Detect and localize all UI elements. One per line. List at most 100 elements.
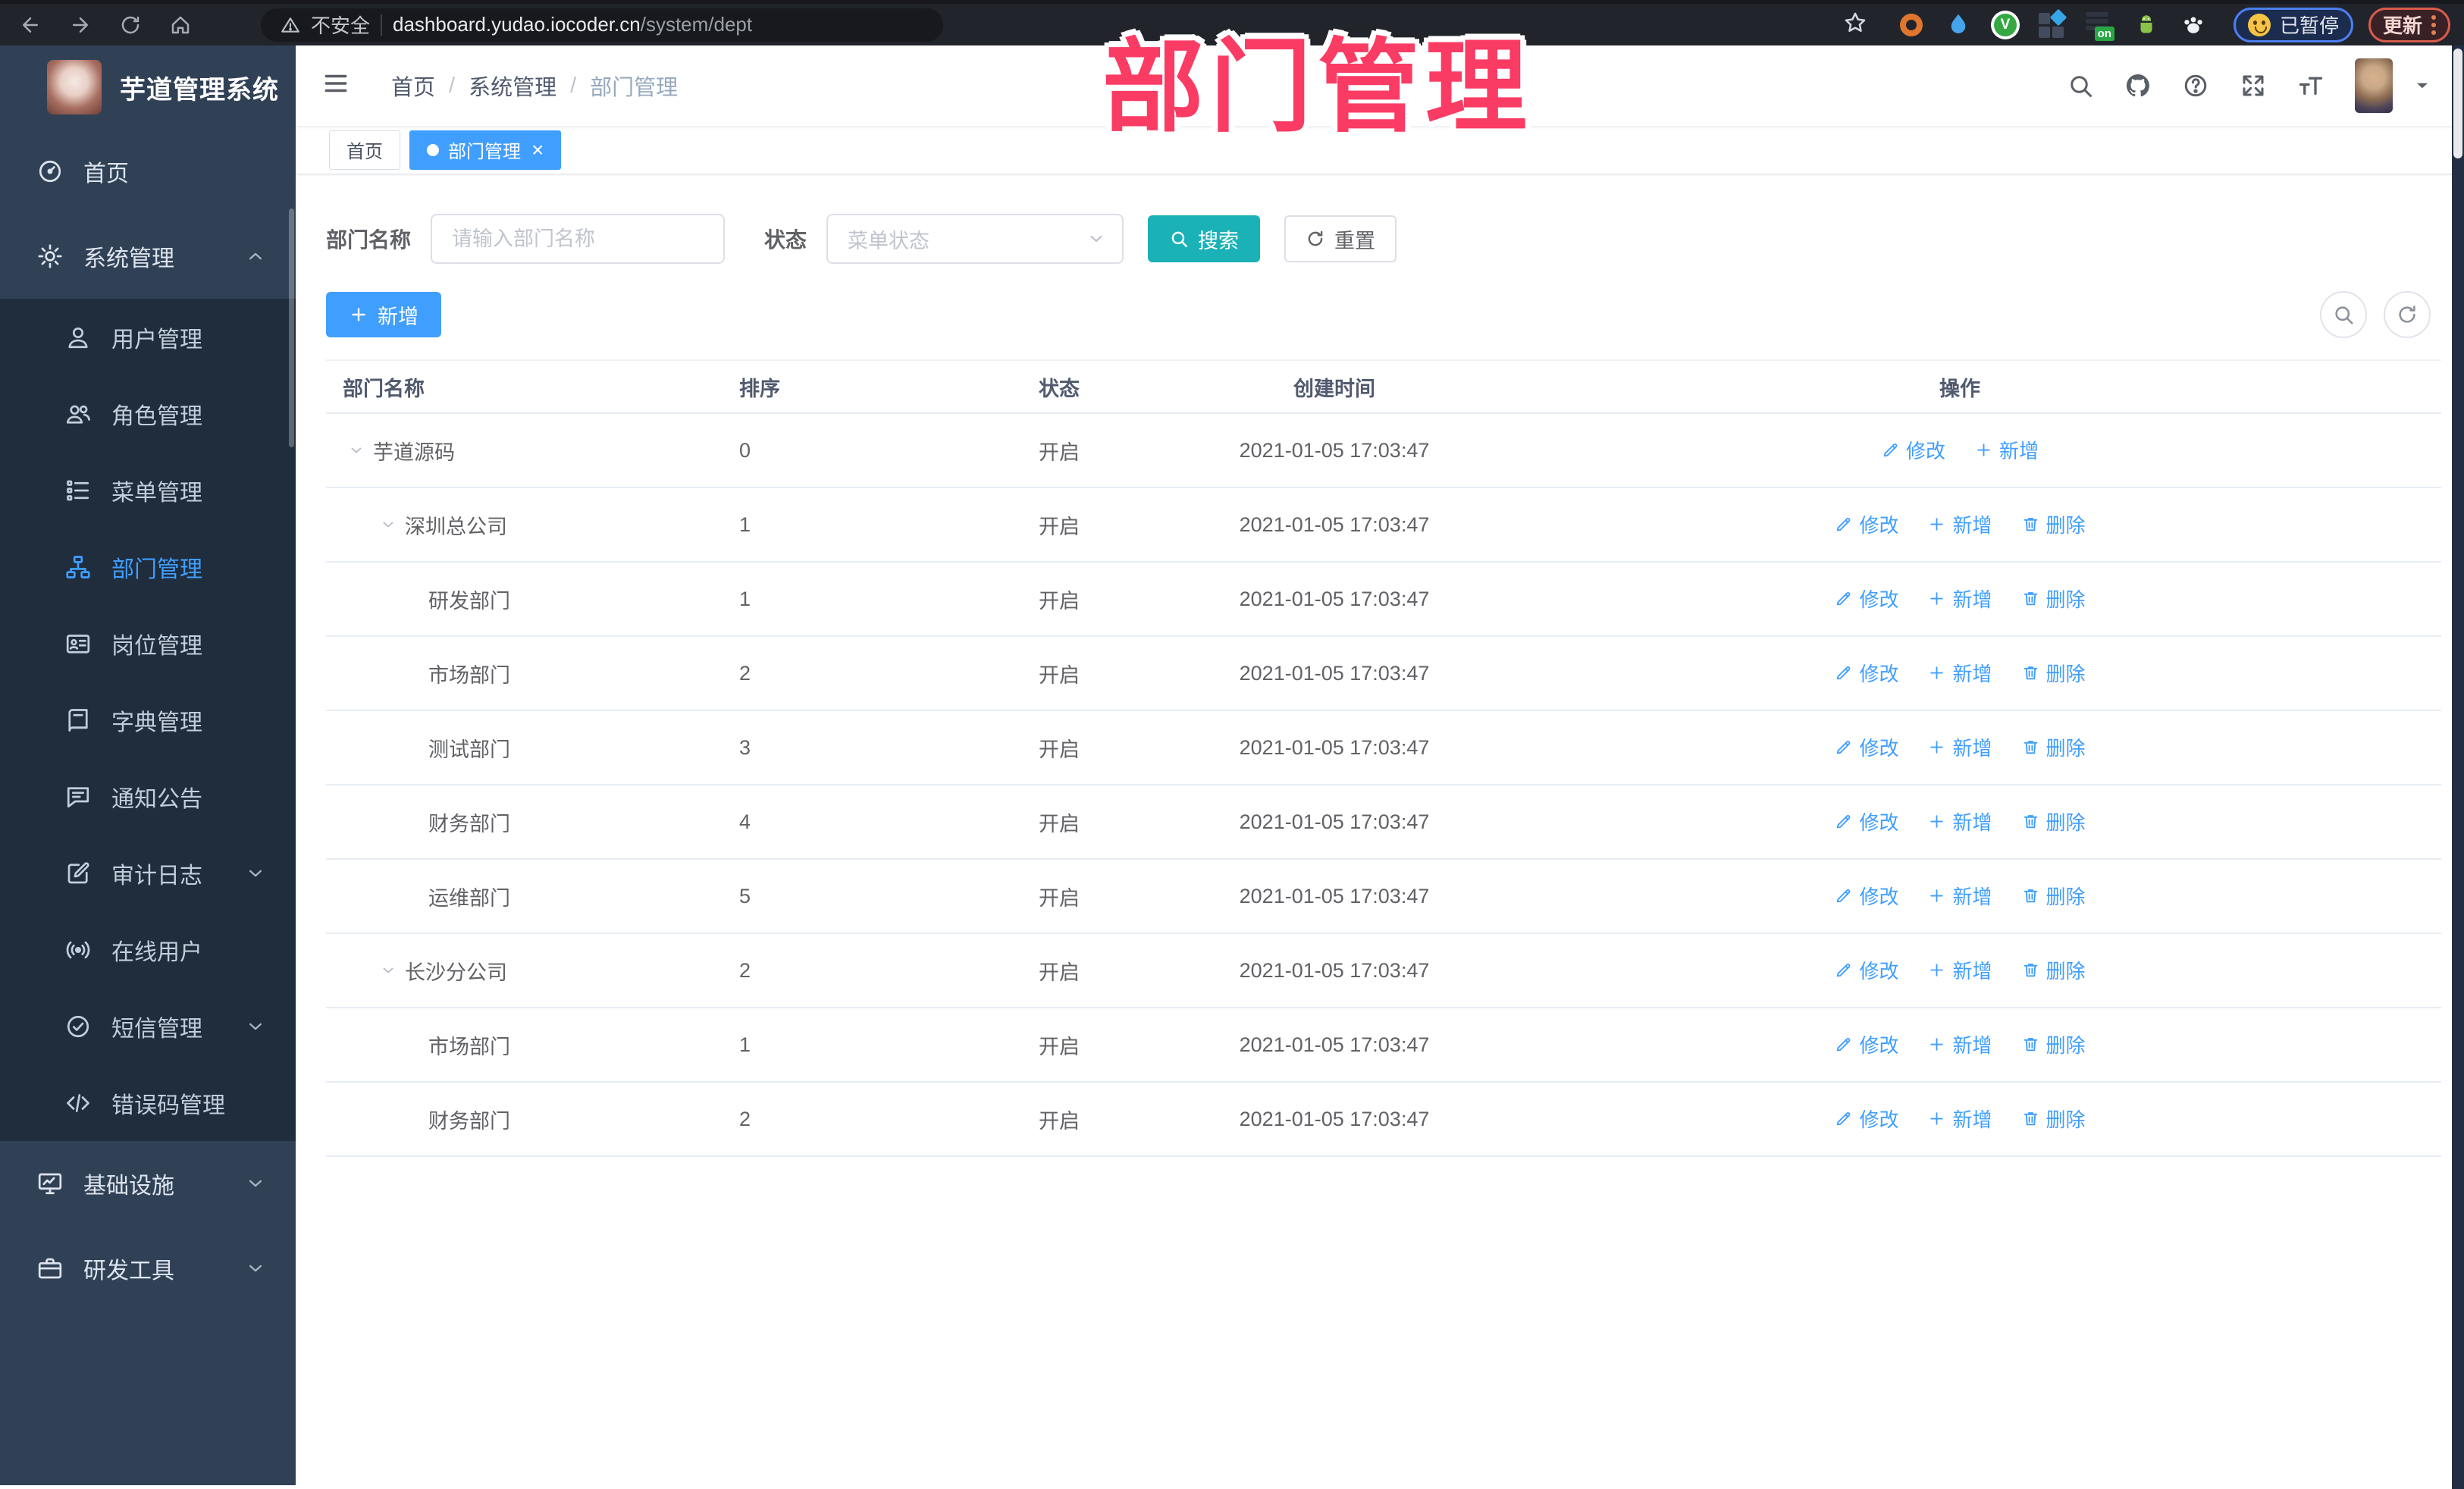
sidebar-item-post[interactable]: 岗位管理 [0,605,296,682]
address-bar[interactable]: 不安全 dashboard.yudao.iocoder.cn/system/de… [261,8,943,42]
table-row[interactable]: 财务部门 2 开启 2021-01-05 17:03:47 修改 新增 删除 [326,1083,2441,1157]
del-action-link[interactable]: 删除 [2021,882,2086,910]
fullscreen-icon[interactable] [2240,72,2267,99]
sidebar-item-online[interactable]: 在线用户 [0,911,296,988]
sidebar-item-tools[interactable]: 研发工具 [0,1226,296,1311]
edit-action-link[interactable]: 修改 [1834,1105,1898,1133]
del-action-link[interactable]: 删除 [2021,1030,2086,1058]
table-row[interactable]: 财务部门 4 开启 2021-01-05 17:03:47 修改 新增 删除 [326,785,2441,860]
sidebar-item-home[interactable]: 首页 [0,129,296,214]
sidebar-item-system[interactable]: 系统管理 [0,214,296,299]
tab-home[interactable]: 首页 [329,130,400,170]
table-row[interactable]: 运维部门 5 开启 2021-01-05 17:03:47 修改 新增 删除 [326,860,2441,934]
add-action-link[interactable]: 新增 [1927,882,1992,910]
del-action-link[interactable]: 删除 [2021,956,2086,984]
extension-on-switch-icon[interactable]: on [2083,9,2115,41]
table-row[interactable]: 市场部门 2 开启 2021-01-05 17:03:47 修改 新增 删除 [326,637,2441,711]
sidebar-item-menu[interactable]: 菜单管理 [0,452,296,528]
add-action-link[interactable]: 新增 [1927,1030,1992,1058]
edit-action-link[interactable]: 修改 [1834,1030,1898,1058]
gear-icon [36,243,64,270]
update-button[interactable]: 更新 [2368,7,2450,42]
scrollbar-thumb[interactable] [2453,49,2462,158]
edit-action-link[interactable]: 修改 [1834,510,1898,538]
expand-row-icon[interactable] [347,441,365,459]
del-action-link[interactable]: 删除 [2021,585,2086,613]
toggle-search-button[interactable] [2320,291,2367,338]
sidebar-item-audit[interactable]: 审计日志 [0,835,296,911]
expand-row-icon[interactable] [379,516,397,534]
sidebar-item-user[interactable]: 用户管理 [0,299,296,375]
del-action-link[interactable]: 删除 [2021,510,2086,538]
extension-ring-icon[interactable] [1895,9,1927,41]
add-action-link[interactable]: 新增 [1927,510,1992,538]
browser-menu-icon[interactable] [2431,14,2436,35]
edit-action-link[interactable]: 修改 [1834,659,1898,687]
reset-button[interactable]: 重置 [1284,215,1397,262]
add-action-link[interactable]: 新增 [1927,807,1992,835]
sidebar-item-dict[interactable]: 字典管理 [0,682,296,758]
add-action-link[interactable]: 新增 [1927,659,1992,687]
add-action-link[interactable]: 新增 [1927,956,1992,984]
sidebar-item-sms[interactable]: 短信管理 [0,988,296,1064]
paused-badge[interactable]: 已暂停 [2233,7,2353,42]
edit-action-link[interactable]: 修改 [1881,436,1945,464]
github-icon[interactable] [2124,72,2152,99]
sidebar-scrollbar[interactable] [289,208,294,447]
tab-dept[interactable]: 部门管理 × [409,130,562,170]
extension-paw-icon[interactable] [2177,9,2209,41]
dept-name-input[interactable] [431,214,726,264]
edit-action-link[interactable]: 修改 [1834,733,1898,761]
status-select[interactable]: 菜单状态 [826,214,1124,264]
user-avatar[interactable] [2355,58,2393,113]
reload-icon[interactable] [111,8,150,42]
back-icon[interactable] [11,8,50,42]
sidebar-item-role[interactable]: 角色管理 [0,375,296,452]
add-action-link[interactable]: 新增 [1974,436,2039,464]
table-row[interactable]: 测试部门 3 开启 2021-01-05 17:03:47 修改 新增 删除 [326,711,2441,785]
status-cell: 开启 [1039,1035,1080,1058]
close-icon[interactable]: × [531,139,544,161]
filter-form: 部门名称 状态 菜单状态 搜索 重置 [326,214,2441,264]
chevron-up-icon [244,245,267,268]
sidebar-item-infra[interactable]: 基础设施 [0,1141,296,1226]
breadcrumb-home[interactable]: 首页 [391,70,435,102]
table-row[interactable]: 长沙分公司 2 开启 2021-01-05 17:03:47 修改 新增 删除 [326,934,2441,1008]
page-scrollbar[interactable] [2452,45,2464,1489]
edit-action-link[interactable]: 修改 [1834,956,1898,984]
edit-action-link[interactable]: 修改 [1834,807,1898,835]
caret-down-icon[interactable] [2412,76,2432,96]
del-action-link[interactable]: 删除 [2021,733,2086,761]
search-button[interactable]: 搜索 [1148,215,1261,262]
search-icon[interactable] [2067,72,2094,99]
del-action-link[interactable]: 删除 [2021,1105,2086,1133]
edit-action-link[interactable]: 修改 [1834,585,1898,613]
sidebar-toggle-icon[interactable] [321,69,355,102]
del-action-link[interactable]: 删除 [2021,807,2086,835]
forward-icon[interactable] [61,8,100,42]
sidebar-item-errcode[interactable]: 错误码管理 [0,1064,296,1141]
extension-drop-icon[interactable] [1942,9,1974,41]
extension-android-icon[interactable] [2130,9,2162,41]
breadcrumb-system[interactable]: 系统管理 [469,70,556,102]
edit-action-link[interactable]: 修改 [1834,882,1898,910]
add-action-link[interactable]: 新增 [1927,585,1992,613]
table-row[interactable]: 研发部门 1 开启 2021-01-05 17:03:47 修改 新增 删除 [326,563,2441,637]
add-action-link[interactable]: 新增 [1927,733,1992,761]
add-action-link[interactable]: 新增 [1927,1105,1992,1133]
extension-green-check-icon[interactable]: V [1989,9,2021,41]
extension-puzzle-icon[interactable] [2036,8,2068,41]
table-row[interactable]: 深圳总公司 1 开启 2021-01-05 17:03:47 修改 新增 删除 [326,488,2441,563]
table-row[interactable]: 芋道源码 0 开启 2021-01-05 17:03:47 修改 新增 [326,414,2441,488]
del-action-link[interactable]: 删除 [2021,659,2086,687]
refresh-button[interactable] [2384,291,2431,338]
home-icon[interactable] [161,8,200,42]
expand-row-icon[interactable] [379,961,397,980]
bookmark-star-icon[interactable] [1842,10,1873,40]
help-icon[interactable] [2182,72,2209,99]
font-size-icon[interactable] [2297,72,2324,99]
sidebar-item-notice[interactable]: 通知公告 [0,758,296,835]
add-button[interactable]: 新增 [326,292,441,337]
table-row[interactable]: 市场部门 1 开启 2021-01-05 17:03:47 修改 新增 删除 [326,1008,2441,1083]
sidebar-item-dept[interactable]: 部门管理 [0,528,296,605]
